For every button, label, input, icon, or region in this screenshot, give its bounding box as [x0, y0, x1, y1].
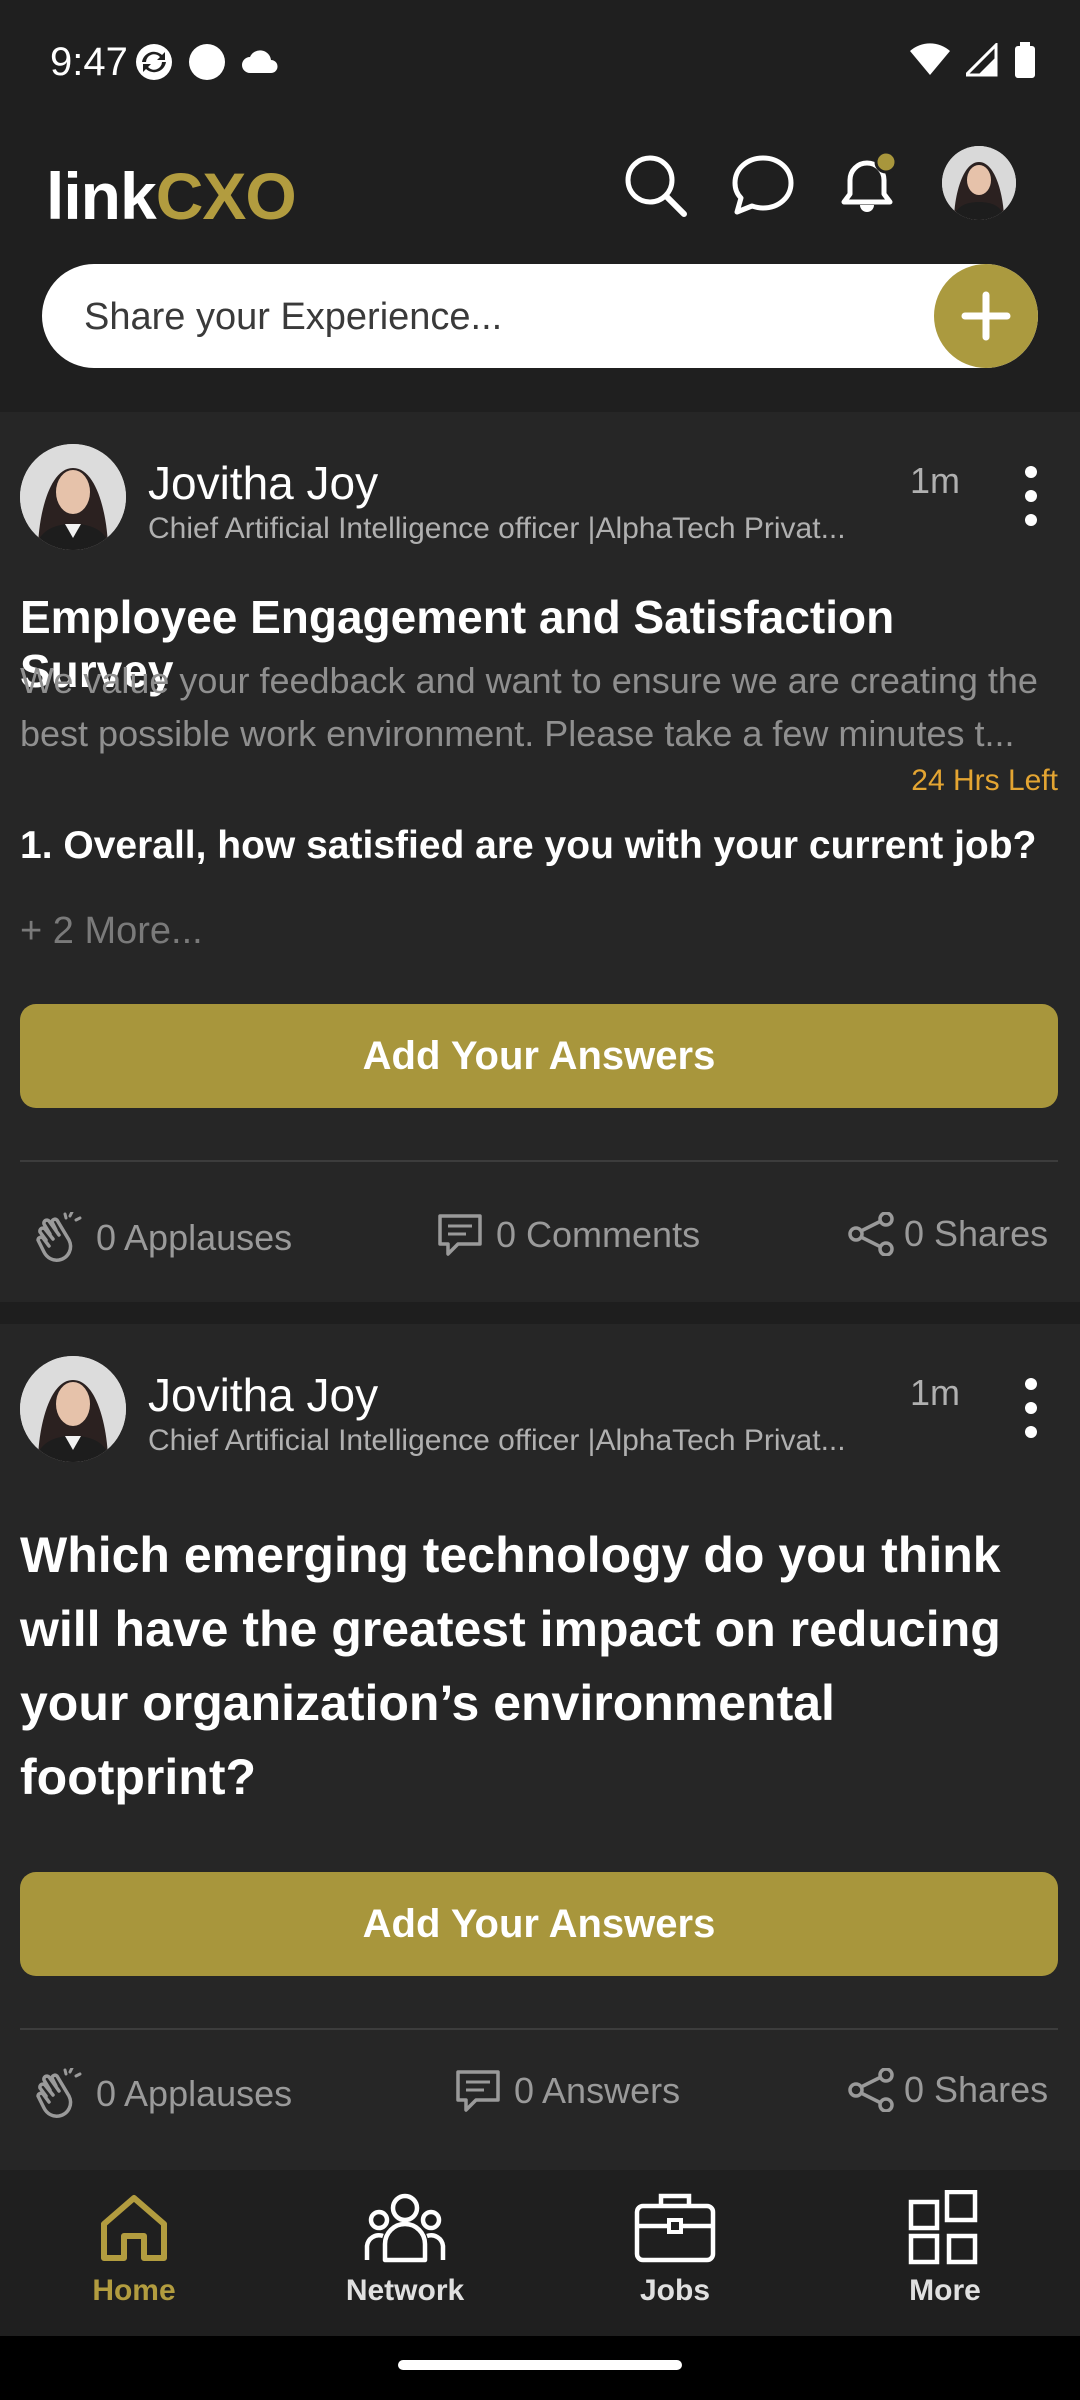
share-placeholder: Share your Experience...	[84, 296, 503, 338]
grid-icon	[908, 2190, 978, 2265]
post-question: Which emerging technology do you think w…	[20, 1527, 1001, 1805]
survey-post: Jovitha Joy Chief Artificial Intelligenc…	[0, 412, 1080, 1302]
wifi-icon	[910, 43, 950, 82]
add-post-button[interactable]	[934, 264, 1038, 368]
add-answers-button[interactable]: Add Your Answers	[20, 1872, 1058, 1976]
answers-button[interactable]: 0 Answers	[454, 2068, 680, 2114]
more-questions-link[interactable]: + 2 More...	[20, 910, 203, 953]
add-answers-button[interactable]: Add Your Answers	[20, 1004, 1058, 1108]
nav-network[interactable]: Network	[305, 2190, 505, 2308]
answers-count: 0 Answers	[514, 2070, 681, 2111]
poll-post: Jovitha Joy Chief Artificial Intelligenc…	[0, 1324, 1080, 2170]
survey-question: 1. Overall, how satisfied are you with y…	[20, 824, 1037, 867]
clap-icon	[36, 1212, 82, 1262]
status-bar: 9:47	[0, 0, 1080, 130]
share-icon	[848, 2068, 894, 2112]
post-time: 1m	[910, 1372, 961, 1413]
nav-more-label: More	[909, 2274, 981, 2307]
more-options-icon[interactable]	[1018, 1378, 1044, 1438]
applause-count: 0 Applauses	[96, 2073, 293, 2114]
author-avatar[interactable]	[20, 1356, 126, 1462]
shares-count: 0 Shares	[904, 2069, 1049, 2110]
more-options-icon[interactable]	[1018, 466, 1044, 526]
nav-more[interactable]: More	[845, 2190, 1045, 2308]
post-time: 1m	[910, 460, 961, 501]
time-left-label: 24 Hrs Left	[911, 764, 1058, 797]
author-role: Chief Artificial Intelligence officer |A…	[148, 512, 846, 545]
nav-jobs-label: Jobs	[639, 2274, 711, 2307]
briefcase-icon	[634, 2193, 716, 2263]
linkcxo-logo[interactable]: linkCXO	[46, 158, 297, 234]
share-button[interactable]: 0 Shares	[848, 2068, 1048, 2112]
share-icon	[848, 1212, 894, 1256]
nav-home[interactable]: Home	[34, 2190, 234, 2308]
author-name[interactable]: Jovitha Joy	[148, 456, 378, 510]
author-role: Chief Artificial Intelligence officer |A…	[148, 1424, 846, 1457]
circle-status-icon	[188, 43, 226, 86]
author-name[interactable]: Jovitha Joy	[148, 1368, 378, 1422]
bottom-navigation: Home Network Jobs More	[0, 2170, 1080, 2336]
search-icon[interactable]	[618, 148, 692, 222]
nav-network-label: Network	[345, 2274, 465, 2307]
comments-button[interactable]: 0 Comments	[436, 1212, 700, 1258]
battery-icon	[1014, 42, 1036, 83]
sync-icon	[134, 42, 174, 87]
network-icon	[364, 2193, 446, 2263]
app-header: linkCXO Share your Experience...	[0, 130, 1080, 412]
post-description: We value your feedback and want to ensur…	[20, 660, 1038, 754]
status-time: 9:47	[50, 40, 128, 84]
notification-bell-icon[interactable]	[830, 148, 904, 222]
divider	[20, 1160, 1058, 1162]
applause-count: 0 Applauses	[96, 1217, 293, 1258]
share-experience-input[interactable]: Share your Experience...	[42, 264, 1038, 368]
chat-icon[interactable]	[726, 148, 800, 222]
applause-button[interactable]: 0 Applauses	[32, 1212, 292, 1264]
profile-avatar[interactable]	[942, 146, 1016, 220]
nav-home-label: Home	[92, 2274, 176, 2307]
comment-icon	[456, 2070, 500, 2112]
plus-icon	[961, 291, 1011, 341]
comment-icon	[438, 1214, 482, 1256]
divider	[20, 2028, 1058, 2030]
gesture-bar	[0, 2336, 1080, 2400]
applause-button[interactable]: 0 Applauses	[32, 2068, 292, 2120]
author-avatar[interactable]	[20, 444, 126, 550]
clap-icon	[36, 2068, 82, 2118]
home-gesture-handle[interactable]	[398, 2360, 682, 2370]
signal-icon	[962, 41, 998, 82]
comments-count: 0 Comments	[496, 1214, 701, 1255]
nav-jobs[interactable]: Jobs	[575, 2190, 775, 2308]
share-button[interactable]: 0 Shares	[848, 1212, 1048, 1256]
cloud-icon	[240, 47, 280, 82]
shares-count: 0 Shares	[904, 1213, 1049, 1254]
home-icon	[101, 2195, 167, 2261]
